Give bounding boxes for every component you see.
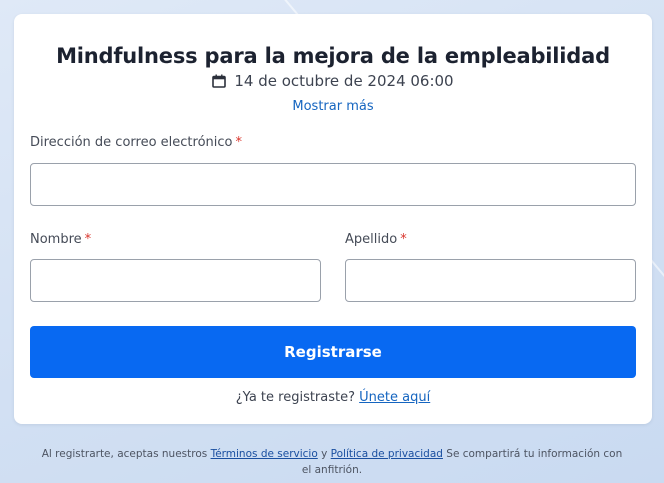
first-name-label-text: Nombre bbox=[30, 232, 82, 247]
first-name-input[interactable] bbox=[30, 259, 321, 302]
calendar-icon bbox=[212, 74, 227, 88]
email-label: Dirección de correo electrónico * bbox=[30, 135, 242, 150]
footer-and: y bbox=[317, 448, 331, 460]
required-mark: * bbox=[400, 232, 407, 247]
last-name-label-text: Apellido bbox=[345, 232, 398, 247]
first-name-label: Nombre * bbox=[30, 232, 91, 247]
required-mark: * bbox=[235, 135, 242, 150]
terms-of-service-link[interactable]: Términos de servicio bbox=[211, 448, 318, 460]
privacy-policy-link[interactable]: Política de privacidad bbox=[331, 448, 443, 460]
last-name-input[interactable] bbox=[345, 259, 636, 302]
login-prompt: ¿Ya te registraste? bbox=[235, 390, 356, 405]
show-more-link[interactable]: Mostrar más bbox=[14, 99, 652, 114]
last-name-label: Apellido * bbox=[345, 232, 407, 247]
required-mark: * bbox=[84, 232, 92, 247]
registration-card: Mindfulness para la mejora de la empleab… bbox=[14, 14, 652, 424]
email-label-text: Dirección de correo electrónico bbox=[30, 135, 233, 150]
event-datetime-row: 14 de octubre de 2024 06:00 bbox=[14, 72, 652, 90]
footer-text-before: Al registrarte, aceptas nuestros bbox=[41, 448, 211, 460]
legal-footer: Al registrarte, aceptas nuestros Término… bbox=[40, 446, 624, 478]
register-button[interactable]: Registrarse bbox=[30, 326, 636, 378]
login-prompt-row: ¿Ya te registraste? Únete aquí bbox=[14, 390, 652, 405]
event-datetime: 14 de octubre de 2024 06:00 bbox=[234, 72, 454, 90]
event-title: Mindfulness para la mejora de la empleab… bbox=[56, 44, 610, 68]
email-input[interactable] bbox=[30, 163, 636, 206]
join-here-link[interactable]: Únete aquí bbox=[359, 390, 430, 405]
